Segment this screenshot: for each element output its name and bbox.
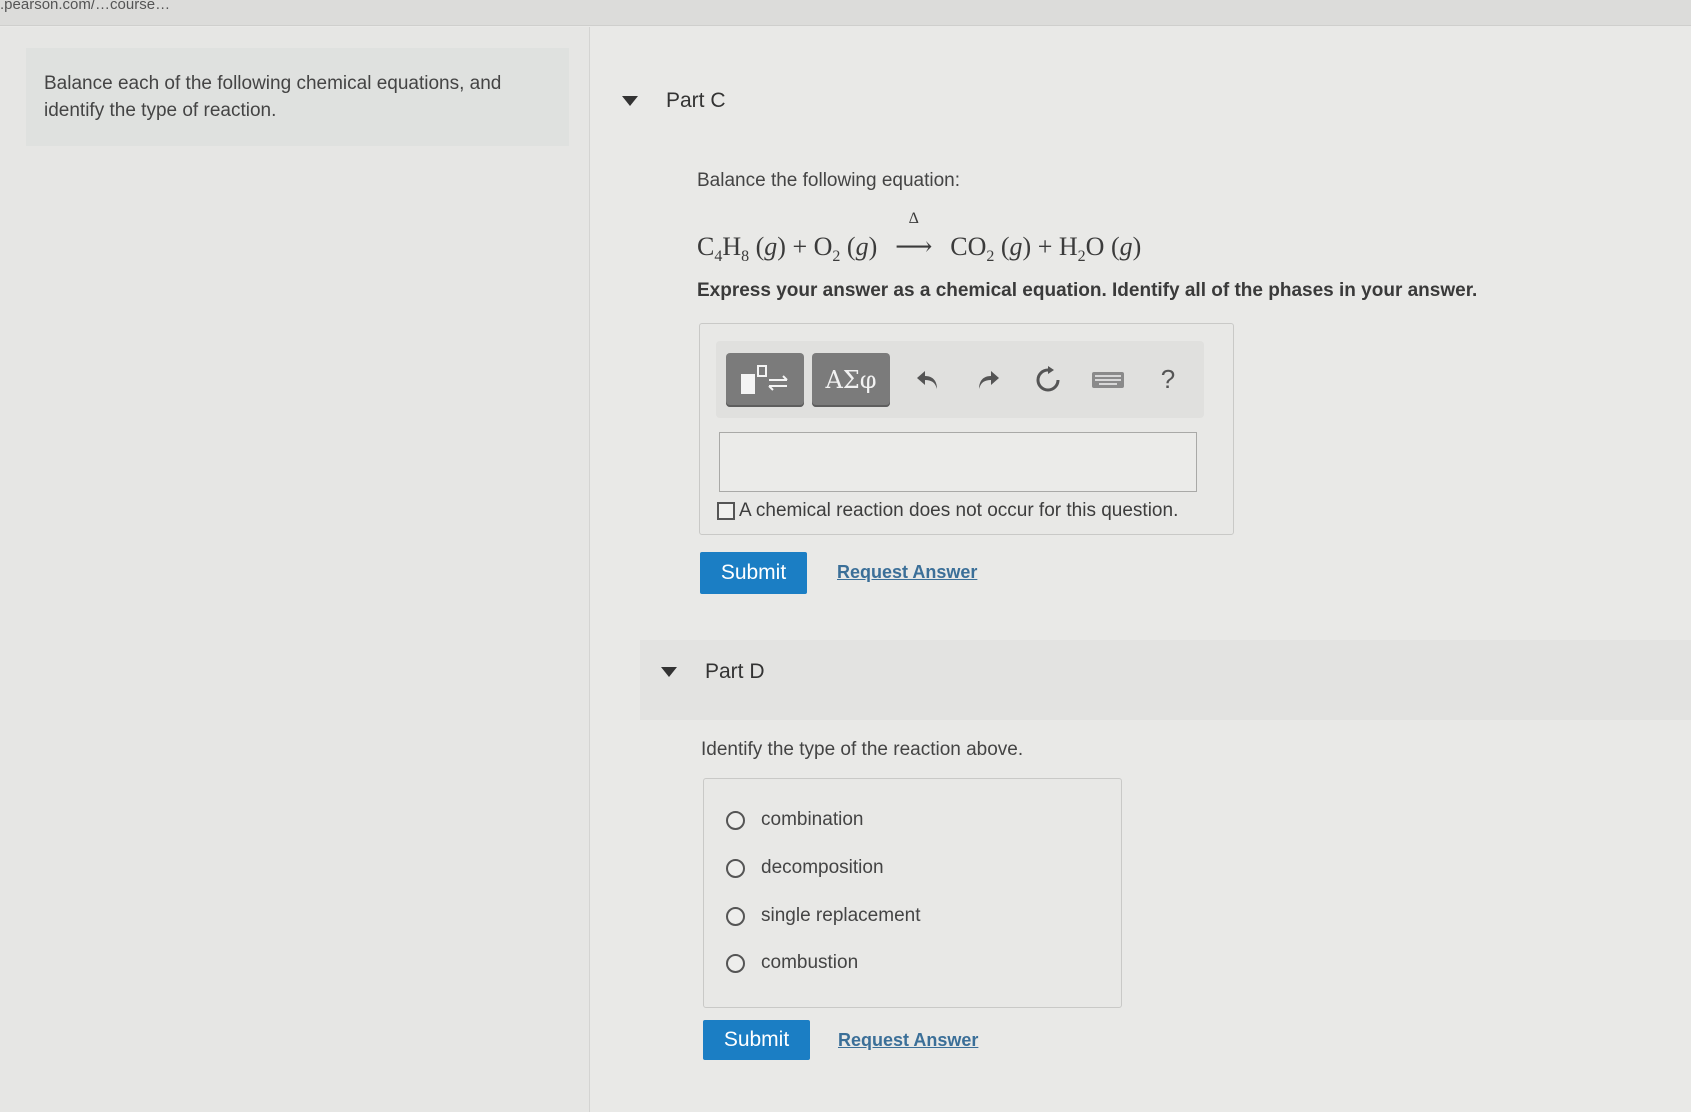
redo-button[interactable] xyxy=(958,353,1018,407)
greek-label: ΑΣφ xyxy=(825,365,877,394)
no-reaction-option[interactable]: A chemical reaction does not occur for t… xyxy=(717,500,1178,522)
option-label: combination xyxy=(761,809,864,830)
part-d-prompt: Identify the type of the reaction above. xyxy=(701,739,1024,760)
chemical-equation: C4H8 (g) + O2 (g) Δ ⟶ CO2 (g) + H2O (g) xyxy=(697,210,1142,266)
reset-button[interactable] xyxy=(1018,353,1078,407)
intro-text: Balance each of the following chemical e… xyxy=(44,73,502,121)
reaction-arrow: Δ ⟶ xyxy=(890,210,938,262)
eq-product1: CO xyxy=(950,232,987,261)
undo-button[interactable] xyxy=(898,353,958,407)
option-label: single replacement xyxy=(761,905,921,926)
eq-reactant1-h: H xyxy=(722,232,742,261)
radio-decomposition[interactable] xyxy=(726,858,745,878)
eq-reactant1-sub2: 8 xyxy=(741,248,750,266)
part-c-header[interactable]: Part C xyxy=(622,89,726,113)
eq-product1-sub: 2 xyxy=(986,248,995,266)
help-button[interactable]: ? xyxy=(1138,353,1198,407)
browser-url-bar: .pearson.com/…course… xyxy=(0,0,1691,26)
no-reaction-label: A chemical reaction does not occur for t… xyxy=(739,500,1179,521)
option-combination[interactable]: combination xyxy=(726,809,863,831)
eq-reactant2: O xyxy=(813,232,833,261)
caret-down-icon xyxy=(661,667,677,677)
keyboard-icon xyxy=(1092,371,1124,388)
option-single-replacement[interactable]: single replacement xyxy=(726,905,920,927)
option-combustion[interactable]: combustion xyxy=(726,952,858,974)
part-c-instructions: Express your answer as a chemical equati… xyxy=(697,280,1478,301)
undo-icon xyxy=(917,370,937,389)
math-toolbar: ΑΣφ ? xyxy=(716,341,1204,418)
greek-symbols-button[interactable]: ΑΣφ xyxy=(812,352,890,407)
intro-box: Balance each of the following chemical e… xyxy=(26,48,569,146)
heat-condition: Δ xyxy=(908,210,919,227)
eq-reactant2-sub: 2 xyxy=(832,248,841,266)
eq-product2-phase: g xyxy=(1119,232,1133,261)
eq-reactant2-phase: g xyxy=(855,232,869,261)
radio-combination[interactable] xyxy=(726,810,745,830)
redo-icon xyxy=(979,370,999,389)
option-decomposition[interactable]: decomposition xyxy=(726,857,884,879)
eq-product2-o: O xyxy=(1085,232,1105,261)
option-label: decomposition xyxy=(761,857,884,878)
url-text: .pearson.com/…course… xyxy=(0,0,171,13)
help-label: ? xyxy=(1160,364,1176,394)
part-d-band xyxy=(640,640,1691,720)
part-d-submit-button[interactable]: Submit xyxy=(703,1020,810,1060)
no-reaction-checkbox[interactable] xyxy=(717,502,735,520)
keyboard-button[interactable] xyxy=(1078,353,1138,407)
part-c-request-answer-link[interactable]: Request Answer xyxy=(837,562,977,583)
caret-down-icon xyxy=(622,96,638,106)
option-label: combustion xyxy=(761,952,859,973)
eq-product2-sub: 2 xyxy=(1077,248,1086,266)
part-d-title: Part D xyxy=(705,660,765,683)
answer-input[interactable] xyxy=(719,432,1197,492)
part-c-title: Part C xyxy=(666,89,726,112)
part-c-submit-button[interactable]: Submit xyxy=(700,552,807,594)
eq-product1-phase: g xyxy=(1009,232,1023,261)
reset-icon xyxy=(1036,365,1060,391)
left-pane xyxy=(0,27,590,1112)
part-d-header[interactable]: Part D xyxy=(661,660,765,684)
eq-reactant1-phase: g xyxy=(764,232,778,261)
templates-button[interactable] xyxy=(726,352,804,407)
radio-combustion[interactable] xyxy=(726,953,745,973)
eq-product2: H xyxy=(1058,232,1078,261)
part-c-prompt: Balance the following equation: xyxy=(697,170,961,191)
eq-reactant1: C xyxy=(697,232,715,261)
part-d-request-answer-link[interactable]: Request Answer xyxy=(838,1030,978,1051)
templates-icon xyxy=(741,364,788,394)
radio-single-replacement[interactable] xyxy=(726,906,745,926)
